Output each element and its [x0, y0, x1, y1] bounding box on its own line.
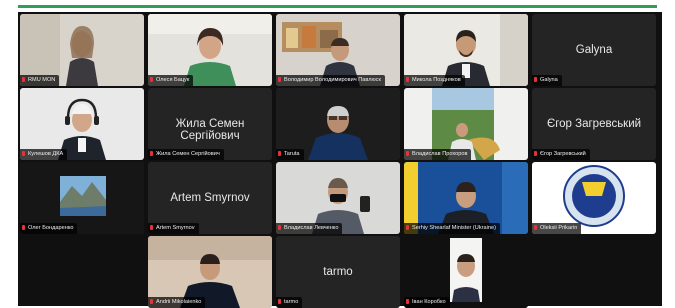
participant-display-name: Artem Smyrnov: [170, 192, 250, 204]
muted-mic-icon: [278, 299, 281, 304]
video-gallery: RMU MON Олеся Бацук Володимир Володимиро…: [18, 12, 662, 308]
participant-tile-andrii-mikolaienko[interactable]: Andrii Mikolaienko: [148, 236, 272, 308]
participant-tile-kuleshov-dka[interactable]: Кулешов ДКА: [20, 88, 144, 160]
muted-mic-icon: [150, 225, 153, 230]
participant-name-label: Іван Коробко: [404, 297, 450, 308]
participant-tile-tarmo[interactable]: tarmo tarmo: [276, 236, 400, 308]
muted-mic-icon: [534, 77, 537, 82]
participant-tile-serhiy-shearlaf-active-speaker[interactable]: Serhiy Shearlaf Minister (Ukraine): [404, 162, 528, 234]
muted-mic-icon: [534, 225, 537, 230]
participant-name-label: tarmo: [276, 297, 303, 308]
muted-mic-icon: [278, 77, 281, 82]
participant-name-label: Andrii Mikolaienko: [148, 297, 206, 308]
participant-name-label: Artem Smyrnov: [148, 223, 199, 234]
participant-tile-yehor-zahrevskyi[interactable]: Єгор Загревський Єгор Загревський: [532, 88, 656, 160]
participant-name-label: Galyna: [532, 75, 562, 86]
muted-mic-icon: [278, 225, 281, 230]
top-rule-line: [18, 5, 657, 8]
muted-mic-icon: [278, 151, 281, 156]
participant-name-label: Володимир Володимирович Павлюск: [276, 75, 385, 86]
participant-tile-volodymyr-pavliusk[interactable]: Володимир Володимирович Павлюск: [276, 14, 400, 86]
participant-tile-artem-smyrnov[interactable]: Artem Smyrnov Artem Smyrnov: [148, 162, 272, 234]
muted-mic-icon: [150, 151, 153, 156]
muted-mic-icon: [406, 151, 409, 156]
muted-mic-icon: [534, 151, 537, 156]
participant-name-label: RMU MON: [20, 75, 60, 86]
participant-tile-mykola-pozdniakov[interactable]: Микола Поздняков: [404, 14, 528, 86]
participant-display-name: tarmo: [323, 266, 353, 278]
participant-tile-rmu-mon[interactable]: RMU MON: [20, 14, 144, 86]
participant-name-label: Олеся Бацук: [148, 75, 194, 86]
participant-display-name: Єгор Загревський: [546, 118, 642, 130]
participant-name-label: Oleksii Prikarin: [532, 223, 582, 234]
participant-name-label: Владислав Левченко: [276, 223, 343, 234]
participant-name-label: Жила Семен Сергійович: [148, 149, 224, 160]
muted-mic-icon: [406, 225, 409, 230]
muted-mic-icon: [150, 299, 153, 304]
participant-tile-oleksii-prikarin[interactable]: Oleksii Prikarin: [532, 162, 656, 234]
participant-tile-ivan-korobko[interactable]: Іван Коробко: [404, 236, 528, 308]
participant-tile-galyna[interactable]: Galyna Galyna: [532, 14, 656, 86]
participant-tile-vladyslav-prokhorov[interactable]: Владислав Прохоров: [404, 88, 528, 160]
participant-name-label: Олег Бондаренко: [20, 223, 78, 234]
muted-mic-icon: [406, 77, 409, 82]
participant-display-name: Жила Семен Сергійович: [175, 118, 245, 142]
participant-tile-taruta[interactable]: Taruta: [276, 88, 400, 160]
participant-name-label: Владислав Прохоров: [404, 149, 472, 160]
muted-mic-icon: [406, 299, 409, 304]
participant-name-label: Taruta: [276, 149, 304, 160]
participant-tile-vladyslav-levchenko[interactable]: Владислав Левченко: [276, 162, 400, 234]
participant-display-name: Galyna: [575, 44, 613, 56]
participant-name-label: Микола Поздняков: [404, 75, 465, 86]
muted-mic-icon: [22, 225, 25, 230]
participant-name-label: Serhiy Shearlaf Minister (Ukraine): [404, 223, 500, 234]
participant-name-label: Кулешов ДКА: [20, 149, 68, 160]
muted-mic-icon: [22, 151, 25, 156]
muted-mic-icon: [22, 77, 25, 82]
muted-mic-icon: [150, 77, 153, 82]
participant-tile-zhyla-semen[interactable]: Жила Семен Сергійович Жила Семен Сергійо…: [148, 88, 272, 160]
participant-name-label: Єгор Загревський: [532, 149, 590, 160]
participant-tile-olesia-batsuk[interactable]: Олеся Бацук: [148, 14, 272, 86]
top-rule: [0, 0, 675, 12]
participant-tile-oleh-bondarenko[interactable]: Олег Бондаренко: [20, 162, 144, 234]
